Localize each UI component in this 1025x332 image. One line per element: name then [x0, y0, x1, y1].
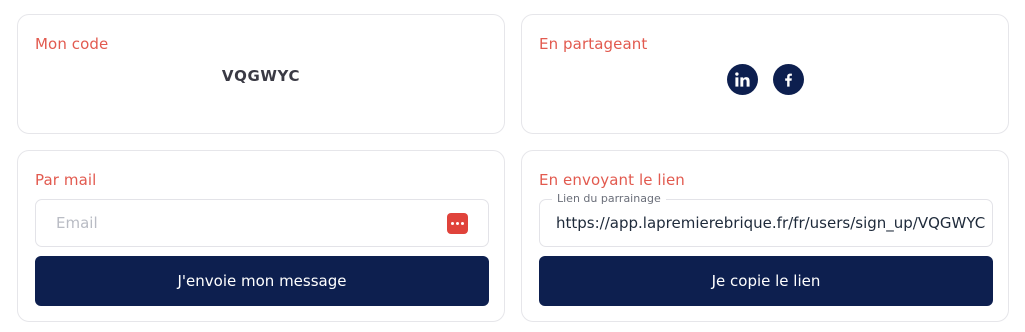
email-input[interactable] — [56, 200, 436, 246]
my-code-title: Mon code — [35, 35, 109, 53]
link-title: En envoyant le lien — [539, 171, 685, 189]
link-card: En envoyant le lien Lien du parrainage h… — [521, 150, 1009, 322]
linkedin-icon — [735, 72, 750, 87]
password-manager-icon[interactable] — [447, 213, 468, 234]
referral-link-value[interactable]: https://app.lapremierebrique.fr/fr/users… — [556, 214, 988, 232]
facebook-share-button[interactable] — [773, 64, 804, 95]
linkedin-share-button[interactable] — [727, 64, 758, 95]
mail-card: Par mail J'envoie mon message — [17, 150, 505, 322]
referral-link-label: Lien du parrainage — [552, 192, 666, 205]
copy-link-button[interactable]: Je copie le lien — [539, 256, 993, 306]
social-buttons — [727, 64, 804, 95]
my-code-card: Mon code VQGWYC — [17, 14, 505, 134]
mail-title: Par mail — [35, 171, 97, 189]
send-message-button[interactable]: J'envoie mon message — [35, 256, 489, 306]
referral-link-field[interactable]: Lien du parrainage https://app.lapremier… — [539, 192, 993, 247]
share-card: En partageant — [521, 14, 1009, 134]
referral-code: VQGWYC — [221, 67, 301, 85]
email-field-container — [35, 199, 489, 247]
facebook-icon — [785, 73, 792, 87]
share-title: En partageant — [539, 35, 648, 53]
